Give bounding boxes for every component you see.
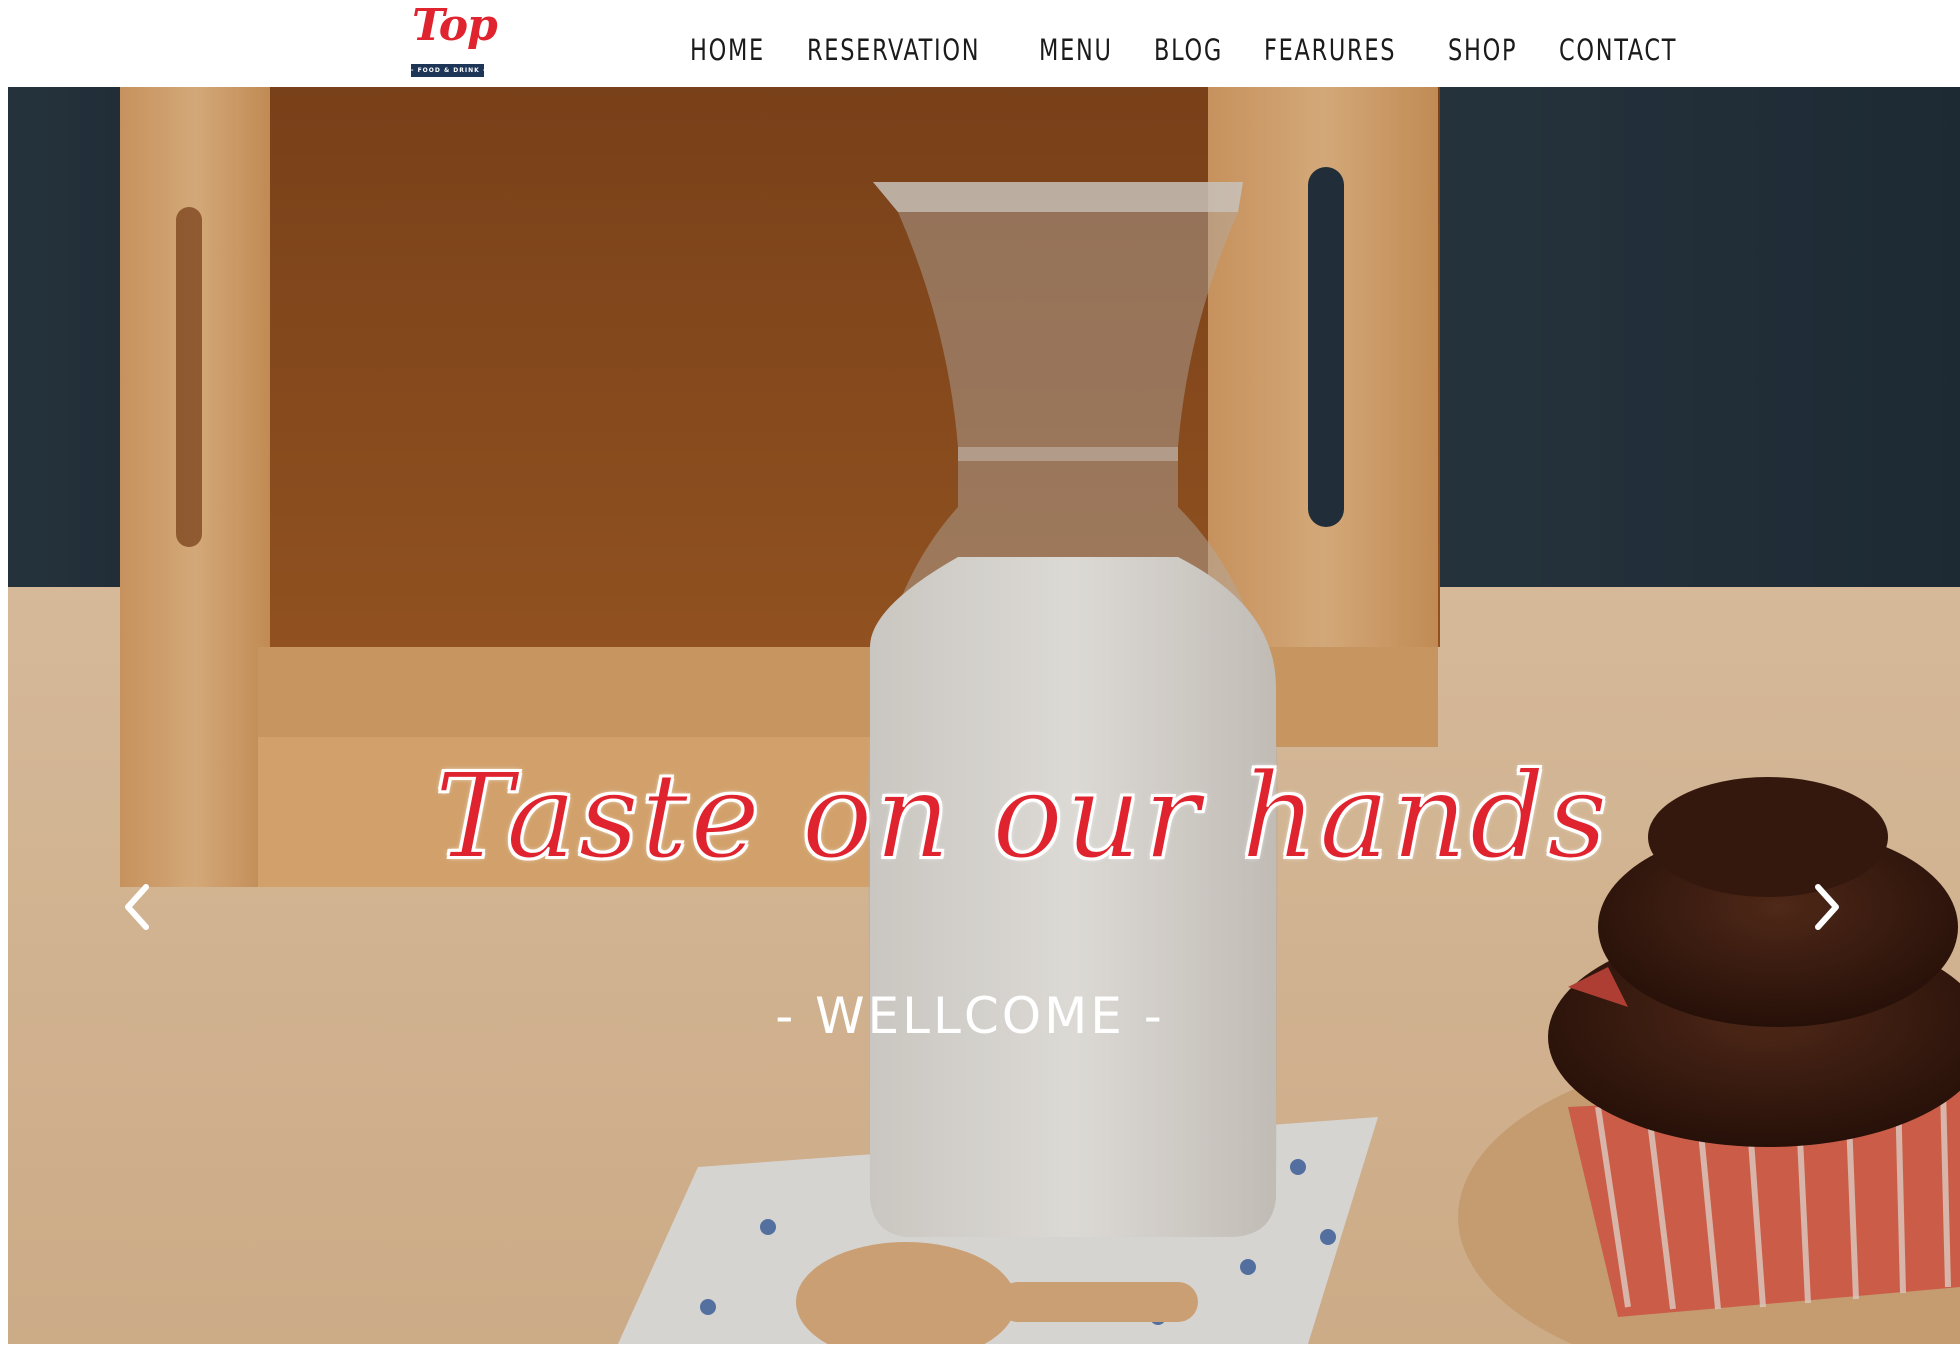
chevron-right-icon [1815, 884, 1839, 930]
nav-item-reservation[interactable]: RESERVATION [807, 24, 980, 76]
hero-slider: Taste on our hands - WELLCOME - [8, 87, 1960, 1344]
page: Top - FOOD & DRINK - HOME RESERVATION ME… [0, 0, 1960, 1346]
hero-subtitle: - WELLCOME - [775, 987, 1165, 1045]
nav-item-menu[interactable]: MENU [1039, 24, 1113, 76]
nav-item-blog[interactable]: BLOG [1154, 24, 1223, 76]
main-nav: HOME RESERVATION MENU BLOG FEARURES SHOP… [690, 24, 1726, 76]
slider-next-button[interactable] [1808, 877, 1848, 937]
site-header: Top - FOOD & DRINK - HOME RESERVATION ME… [0, 0, 1960, 87]
logo[interactable]: Top - FOOD & DRINK - [408, 0, 498, 78]
logo-tagline: - FOOD & DRINK - [411, 64, 484, 77]
logo-script-text: Top [412, 0, 498, 51]
nav-item-shop[interactable]: SHOP [1448, 24, 1517, 76]
nav-item-home[interactable]: HOME [690, 24, 765, 76]
chevron-left-icon [125, 884, 149, 930]
hero-background-image [8, 87, 1960, 1344]
slider-prev-button[interactable] [116, 877, 156, 937]
nav-item-contact[interactable]: CONTACT [1559, 24, 1677, 76]
nav-item-features[interactable]: FEARURES [1264, 24, 1396, 76]
hero-title: Taste on our hands [433, 746, 1610, 886]
